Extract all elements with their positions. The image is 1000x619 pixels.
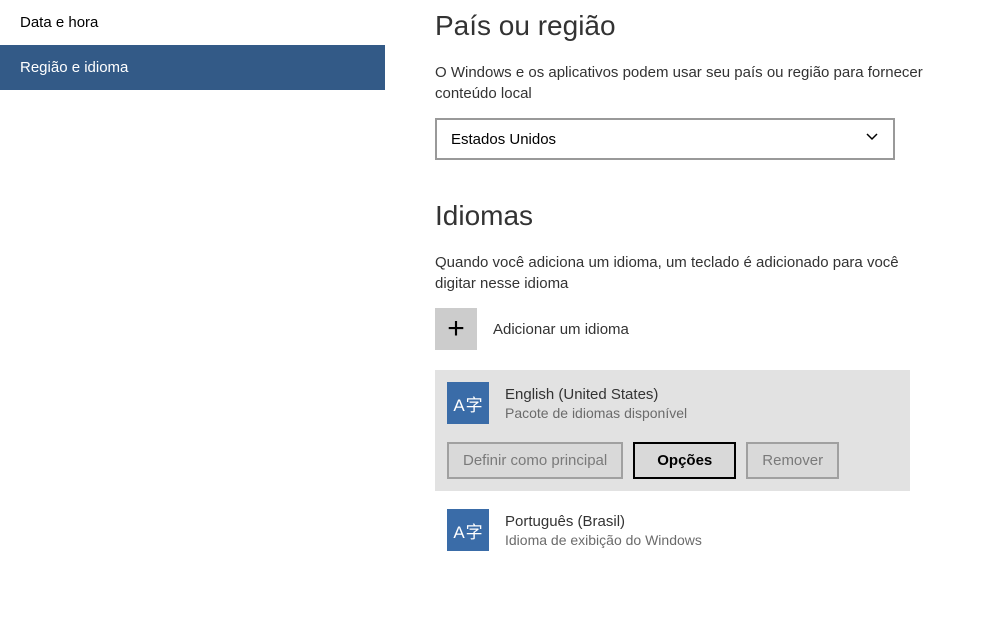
set-default-button[interactable]: Definir como principal: [447, 442, 623, 479]
sidebar-item-label: Região e idioma: [20, 59, 128, 76]
language-card-english[interactable]: A字 English (United States) Pacote de idi…: [435, 370, 910, 491]
sidebar-item-label: Data e hora: [20, 14, 98, 31]
language-subtitle: Pacote de idiomas disponível: [505, 405, 687, 421]
sidebar-item-region-language[interactable]: Região e idioma: [0, 45, 385, 90]
chevron-down-icon: [865, 130, 879, 148]
options-button[interactable]: Opções: [633, 442, 736, 479]
languages-section-title: Idiomas: [435, 200, 960, 232]
sidebar-item-date-time[interactable]: Data e hora: [0, 0, 385, 45]
language-icon: A字: [447, 509, 489, 551]
region-section-title: País ou região: [435, 10, 960, 42]
language-name: English (United States): [505, 386, 687, 403]
add-language-button[interactable]: + Adicionar um idioma: [435, 308, 960, 350]
language-actions: Definir como principal Opções Remover: [447, 442, 898, 479]
language-name: Português (Brasil): [505, 513, 702, 530]
language-info: English (United States) Pacote de idioma…: [505, 386, 687, 421]
language-subtitle: Idioma de exibição do Windows: [505, 532, 702, 548]
plus-icon: +: [435, 308, 477, 350]
region-dropdown[interactable]: Estados Unidos: [435, 118, 895, 160]
language-info: Português (Brasil) Idioma de exibição do…: [505, 513, 702, 548]
language-header: A字 English (United States) Pacote de idi…: [447, 382, 898, 424]
language-icon: A字: [447, 382, 489, 424]
sidebar: Data e hora Região e idioma: [0, 0, 385, 619]
languages-section-description: Quando você adiciona um idioma, um tecla…: [435, 252, 935, 294]
region-section-description: O Windows e os aplicativos podem usar se…: [435, 62, 935, 104]
region-dropdown-value: Estados Unidos: [451, 131, 556, 148]
add-language-label: Adicionar um idioma: [493, 321, 629, 338]
language-header: A字 Português (Brasil) Idioma de exibição…: [447, 509, 898, 551]
remove-button[interactable]: Remover: [746, 442, 839, 479]
main-content: País ou região O Windows e os aplicativo…: [385, 0, 1000, 619]
language-card-portuguese[interactable]: A字 Português (Brasil) Idioma de exibição…: [435, 497, 910, 563]
